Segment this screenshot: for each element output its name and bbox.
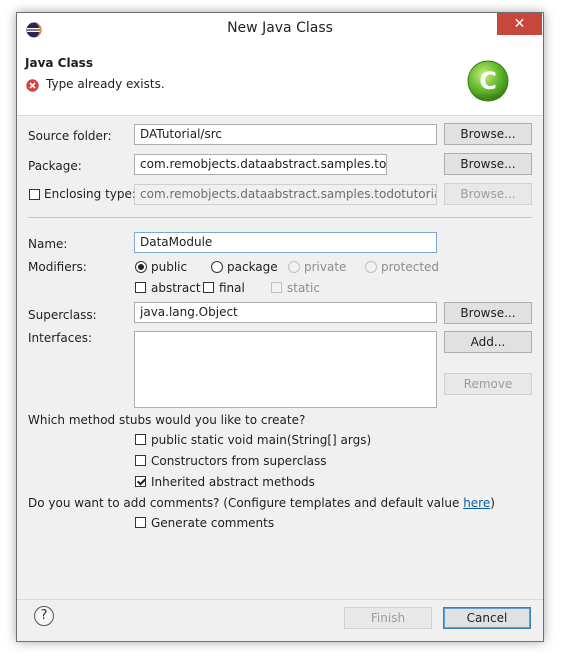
configure-templates-link[interactable]: here bbox=[463, 496, 490, 510]
add-interface-button[interactable]: Add... bbox=[444, 331, 532, 353]
java-class-logo-icon: C bbox=[467, 60, 509, 102]
window-title: New Java Class bbox=[227, 20, 333, 36]
name-input[interactable]: DataModule bbox=[134, 232, 437, 253]
wizard-header: Java Class Type already exists. C bbox=[17, 45, 543, 116]
modifier-abstract-checkbox[interactable] bbox=[135, 282, 146, 293]
interfaces-list[interactable] bbox=[134, 331, 437, 408]
help-icon[interactable]: ? bbox=[34, 606, 54, 626]
stub-constructors-checkbox[interactable] bbox=[135, 455, 146, 466]
modifier-package-radio[interactable] bbox=[211, 261, 223, 273]
separator bbox=[28, 217, 532, 218]
stub-inherited-abstract-label: Inherited abstract methods bbox=[151, 475, 315, 489]
comments-question-text: Do you want to add comments? (Configure … bbox=[28, 496, 464, 510]
superclass-input[interactable]: java.lang.Object bbox=[134, 302, 437, 323]
modifier-public-radio[interactable] bbox=[135, 261, 147, 273]
modifier-protected-label: protected bbox=[381, 260, 440, 274]
modifier-static-checkbox[interactable] bbox=[271, 282, 282, 293]
interfaces-label: Interfaces: bbox=[28, 331, 93, 345]
new-java-class-dialog: New Java Class ✕ Java Class Type already… bbox=[16, 12, 544, 642]
footer-separator bbox=[17, 599, 543, 600]
stub-constructors-label: Constructors from superclass bbox=[151, 454, 327, 468]
close-button[interactable]: ✕ bbox=[497, 13, 542, 35]
cancel-button[interactable]: Cancel bbox=[443, 607, 531, 629]
source-folder-browse-button[interactable]: Browse... bbox=[444, 123, 532, 145]
modifier-final-label: final bbox=[219, 281, 245, 295]
modifier-final-checkbox[interactable] bbox=[203, 282, 214, 293]
stub-main-checkbox[interactable] bbox=[135, 434, 146, 445]
generate-comments-label: Generate comments bbox=[151, 516, 275, 530]
remove-interface-button[interactable]: Remove bbox=[444, 373, 532, 395]
title-bar: New Java Class ✕ bbox=[17, 13, 543, 45]
stub-inherited-abstract-checkbox[interactable] bbox=[135, 476, 146, 487]
modifier-static-label: static bbox=[287, 281, 320, 295]
modifier-abstract-label: abstract bbox=[151, 281, 201, 295]
superclass-label: Superclass: bbox=[28, 308, 97, 322]
finish-button[interactable]: Finish bbox=[344, 607, 432, 629]
generate-comments-checkbox[interactable] bbox=[135, 517, 146, 528]
error-icon bbox=[26, 79, 39, 92]
modifier-protected-radio[interactable] bbox=[365, 261, 377, 273]
modifier-private-radio[interactable] bbox=[288, 261, 300, 273]
source-folder-input[interactable]: DATutorial/src bbox=[134, 124, 437, 145]
enclosing-type-label: Enclosing type: bbox=[44, 187, 136, 201]
source-folder-label: Source folder: bbox=[28, 129, 112, 143]
comments-question-end: ) bbox=[490, 496, 495, 510]
package-browse-button[interactable]: Browse... bbox=[444, 153, 532, 175]
logo-letter: C bbox=[479, 67, 497, 95]
package-label: Package: bbox=[28, 159, 82, 173]
name-label: Name: bbox=[28, 237, 68, 251]
modifier-public-label: public bbox=[151, 260, 188, 274]
method-stubs-question: Which method stubs would you like to cre… bbox=[28, 413, 306, 427]
stub-main-label: public static void main(String[] args) bbox=[151, 433, 372, 447]
superclass-browse-button[interactable]: Browse... bbox=[444, 302, 532, 324]
enclosing-type-checkbox[interactable] bbox=[29, 189, 40, 200]
modifiers-label: Modifiers: bbox=[28, 260, 87, 274]
package-input[interactable]: com.remobjects.dataabstract.samples.todo… bbox=[134, 154, 387, 175]
enclosing-type-input[interactable]: com.remobjects.dataabstract.samples.todo… bbox=[134, 184, 437, 205]
modifier-package-label: package bbox=[227, 260, 278, 274]
wizard-title: Java Class bbox=[25, 56, 93, 70]
modifier-private-label: private bbox=[304, 260, 347, 274]
error-message: Type already exists. bbox=[46, 77, 165, 91]
enclosing-type-browse-button[interactable]: Browse... bbox=[444, 183, 532, 205]
comments-question: Do you want to add comments? (Configure … bbox=[28, 496, 495, 510]
